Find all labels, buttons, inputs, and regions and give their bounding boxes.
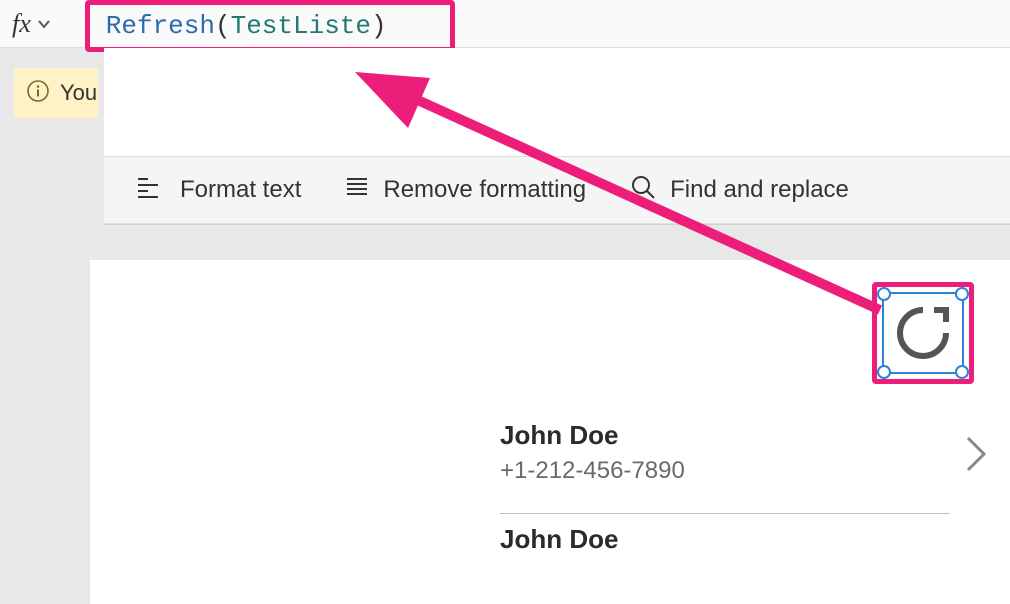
formula-code[interactable]: Refresh(TestListe) — [106, 11, 387, 41]
refresh-icon-highlight — [872, 282, 974, 384]
search-icon — [630, 174, 656, 207]
refresh-icon[interactable] — [884, 294, 962, 372]
remove-formatting-button[interactable]: Remove formatting — [345, 175, 586, 206]
list-item[interactable]: John Doe — [500, 514, 950, 555]
item-subtitle: +1-212-456-7890 — [500, 457, 950, 485]
formula-input-highlight[interactable]: Refresh(TestListe) — [85, 0, 455, 52]
list-item[interactable]: John Doe +1-212-456-7890 — [500, 410, 950, 507]
formula-toolbar-panel: Format text Remove formatting Find and r… — [104, 48, 1010, 225]
code-function: Refresh — [106, 11, 215, 41]
chevron-right-icon[interactable] — [964, 434, 990, 479]
remove-formatting-icon — [345, 175, 369, 206]
info-banner: You — [14, 68, 98, 118]
toolbar-row: Format text Remove formatting Find and r… — [104, 156, 1010, 224]
close-paren: ) — [371, 11, 387, 41]
format-text-icon — [138, 175, 166, 206]
find-replace-button[interactable]: Find and replace — [630, 174, 849, 207]
fx-label: fx — [0, 9, 35, 39]
formula-bar: fx Refresh(TestListe) — [0, 0, 1010, 48]
item-title: John Doe — [500, 524, 950, 555]
item-title: John Doe — [500, 420, 950, 451]
remove-formatting-label: Remove formatting — [383, 176, 586, 204]
info-text: You — [60, 80, 97, 106]
app-canvas: John Doe +1-212-456-7890 John Doe — [90, 260, 1010, 604]
open-paren: ( — [215, 11, 231, 41]
chevron-down-icon[interactable] — [37, 17, 51, 31]
format-text-button[interactable]: Format text — [138, 175, 301, 206]
code-arg: TestListe — [231, 11, 371, 41]
format-text-label: Format text — [180, 176, 301, 204]
contacts-list: John Doe +1-212-456-7890 John Doe — [500, 410, 950, 555]
selection-box[interactable] — [882, 292, 964, 374]
info-icon — [26, 79, 50, 108]
find-replace-label: Find and replace — [670, 176, 849, 204]
